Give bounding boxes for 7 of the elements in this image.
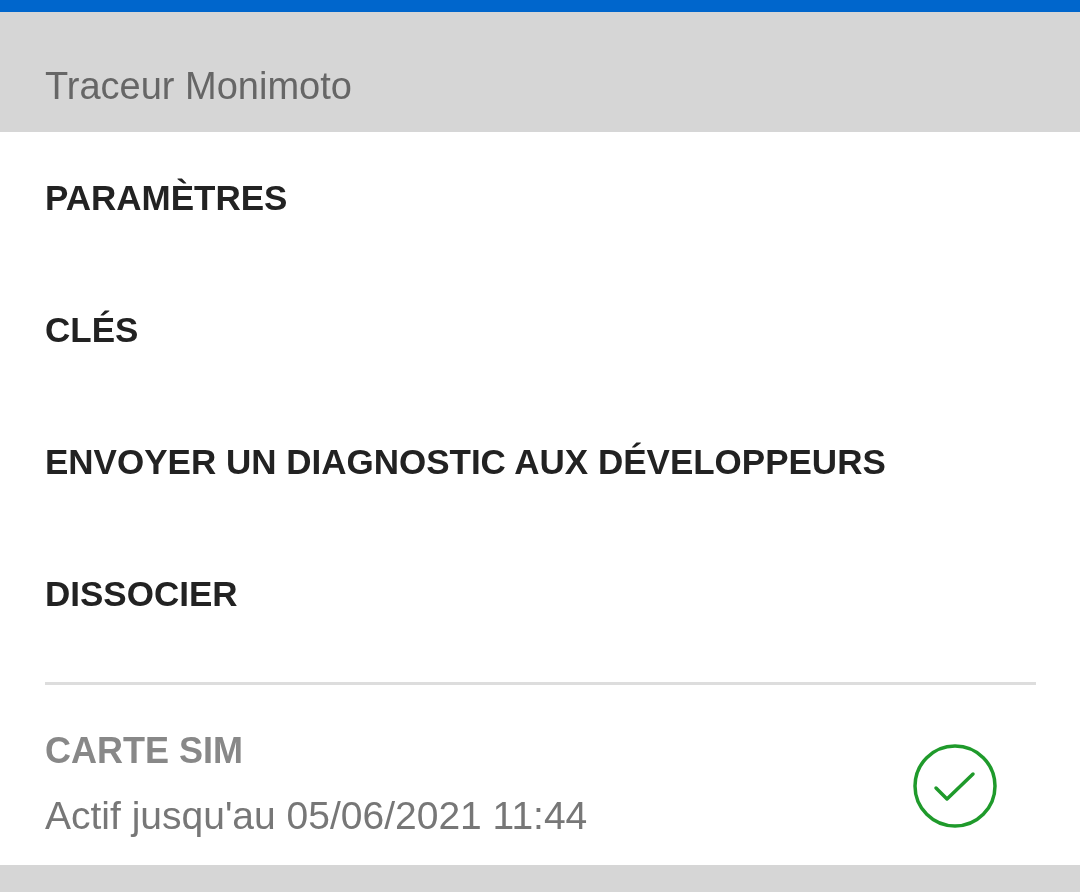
menu-item[interactable]: DISSOCIER — [0, 528, 1080, 660]
sim-card-title: CARTE SIM — [45, 730, 244, 772]
menu-item[interactable]: CLÉS — [0, 264, 1080, 396]
menu-item[interactable]: PARAMÈTRES — [0, 132, 1080, 264]
menu-item[interactable]: ENVOYER UN DIAGNOSTIC AUX DÉVELOPPEURS — [0, 396, 1080, 528]
header-title: Traceur Monimoto — [45, 64, 352, 108]
sim-status-text: Actif jusqu'au 05/06/2021 11:44 — [45, 794, 588, 838]
